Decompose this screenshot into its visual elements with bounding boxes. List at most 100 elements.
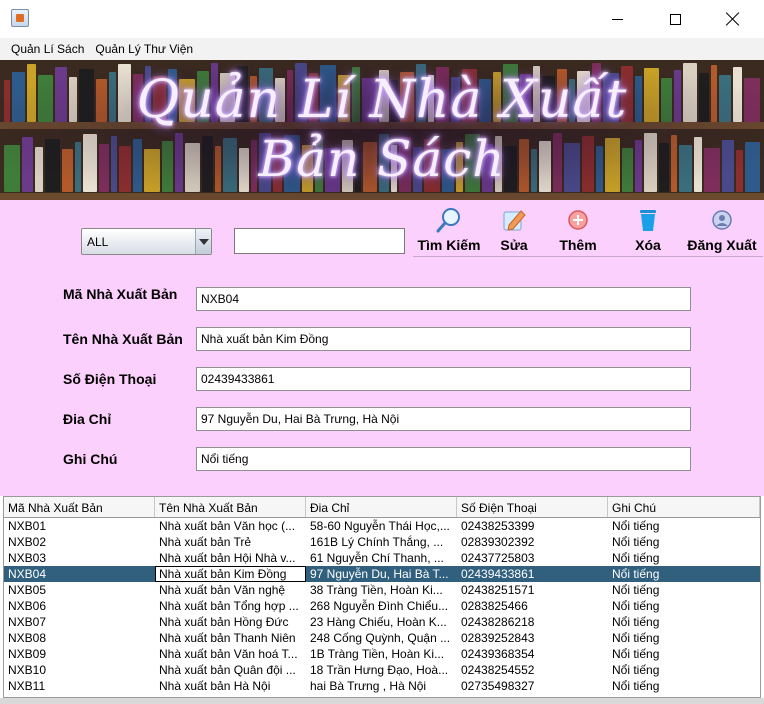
table-cell[interactable]: Nổi tiếng xyxy=(608,678,760,694)
publisher-table[interactable]: Mã Nhà Xuất Bản Tên Nhà Xuất Bản Đia Chỉ… xyxy=(3,496,761,698)
column-header[interactable]: Tên Nhà Xuất Bản xyxy=(155,497,306,517)
user-logout-icon xyxy=(712,210,732,230)
table-cell[interactable]: Nổi tiếng xyxy=(608,518,760,534)
search-button[interactable]: Tìm Kiếm xyxy=(413,204,485,256)
table-cell[interactable]: Nổi tiếng xyxy=(608,630,760,646)
table-cell[interactable]: Nổi tiếng xyxy=(608,582,760,598)
table-cell[interactable]: 58-60 Nguyễn Thái Học,... xyxy=(306,518,457,534)
table-cell[interactable]: NXB05 xyxy=(4,582,155,598)
table-row[interactable]: NXB01 Nhà xuất bản Văn học (... 58-60 Nguy… xyxy=(4,518,760,534)
table-row[interactable]: NXB10 Nhà xuất bản Quân đội ... 18 Trần Hư… xyxy=(4,662,760,678)
table-cell[interactable]: Nhà xuất bản Quân đội ... xyxy=(155,662,306,678)
table-body: NXB01 Nhà xuất bản Văn học (... 58-60 Nguy… xyxy=(4,518,760,694)
maximize-icon xyxy=(669,13,681,25)
delete-button-label: Xóa xyxy=(635,237,661,253)
table-cell[interactable]: 61 Nguyễn Chí Thanh, ... xyxy=(306,550,457,566)
table-cell[interactable]: 161B Lý Chính Thắng, ... xyxy=(306,534,457,550)
column-header[interactable]: Mã Nhà Xuất Bản xyxy=(4,497,155,517)
column-header[interactable]: Đia Chỉ xyxy=(306,497,457,517)
ma-nxb-field[interactable]: NXB04 xyxy=(196,287,691,311)
table-row[interactable]: NXB05 Nhà xuất bản Văn nghệ 38 Tràng Tiền,… xyxy=(4,582,760,598)
table-cell[interactable]: NXB03 xyxy=(4,550,155,566)
table-row[interactable]: NXB02 Nhà xuất bản Trẻ 161B Lý Chính Thắng… xyxy=(4,534,760,550)
table-cell[interactable]: 02438286218 xyxy=(457,614,608,630)
close-button[interactable] xyxy=(704,0,762,38)
table-cell[interactable]: 02439433861 xyxy=(457,566,608,582)
table-row[interactable]: NXB07 Nhà xuất bản Hồng Đức 23 Hàng Chiếu,… xyxy=(4,614,760,630)
table-cell[interactable]: 0283825466 xyxy=(457,598,608,614)
filter-combobox[interactable]: ALL xyxy=(81,228,212,255)
table-cell[interactable]: Nhà xuất bản Văn học (... xyxy=(155,518,306,534)
table-row[interactable]: NXB04 Nhà xuất bản Kim Đồng 97 Nguyễn Du, … xyxy=(4,566,760,582)
search-input[interactable] xyxy=(234,228,405,254)
table-cell[interactable]: NXB04 xyxy=(4,566,155,582)
table-cell[interactable]: Nhà xuất bản Hà Nội xyxy=(155,678,306,694)
table-cell[interactable]: NXB09 xyxy=(4,646,155,662)
ten-nxb-field[interactable]: Nhà xuất bản Kim Đồng xyxy=(196,327,691,351)
table-cell[interactable]: 02438254552 xyxy=(457,662,608,678)
table-row[interactable]: NXB08 Nhà xuất bản Thanh Niên 248 Cống Quỳ… xyxy=(4,630,760,646)
ghi-chu-label: Ghi Chú xyxy=(63,451,118,467)
table-cell[interactable]: Nhà xuất bản Tổng hợp ... xyxy=(155,598,306,614)
table-cell[interactable]: Nổi tiếng xyxy=(608,614,760,630)
table-cell[interactable]: Nhà xuất bản Trẻ xyxy=(155,534,306,550)
table-cell[interactable]: NXB11 xyxy=(4,678,155,694)
banner-title-line2: Bản Sách xyxy=(258,130,506,188)
sdt-field[interactable]: 02439433861 xyxy=(196,367,691,391)
table-cell[interactable]: Nhà xuất bản Thanh Niên xyxy=(155,630,306,646)
table-cell[interactable]: Nổi tiếng xyxy=(608,662,760,678)
table-row[interactable]: NXB03 Nhà xuất bản Hội Nhà v... 61 Nguyễn … xyxy=(4,550,760,566)
table-bottom-edge xyxy=(0,698,764,704)
table-cell[interactable]: Nhà xuất bản Hội Nhà v... xyxy=(155,550,306,566)
table-cell[interactable]: 02439368354 xyxy=(457,646,608,662)
chevron-down-icon[interactable] xyxy=(195,229,211,254)
table-cell[interactable]: 02839252843 xyxy=(457,630,608,646)
table-cell[interactable]: hai Bà Trưng , Hà Nội xyxy=(306,678,457,694)
toolbar: Tìm Kiếm Sửa Thêm Xóa Đăng Xuất xyxy=(413,204,763,257)
table-cell[interactable]: NXB06 xyxy=(4,598,155,614)
table-cell[interactable]: 268 Nguyễn Đình Chiểu... xyxy=(306,598,457,614)
table-cell[interactable]: 02438251571 xyxy=(457,582,608,598)
table-row[interactable]: NXB09 Nhà xuất bản Văn hoá T... 1B Tràng T… xyxy=(4,646,760,662)
menu-quan-li-sach[interactable]: Quản Lí Sách xyxy=(0,42,89,56)
maximize-button[interactable] xyxy=(646,0,704,38)
table-cell[interactable]: 02438253399 xyxy=(457,518,608,534)
dia-chi-field[interactable]: 97 Nguyễn Du, Hai Bà Trưng, Hà Nội xyxy=(196,407,691,431)
table-cell[interactable]: 97 Nguyễn Du, Hai Bà T... xyxy=(306,566,457,582)
table-cell[interactable]: Nhà xuất bản Hồng Đức xyxy=(155,614,306,630)
table-cell[interactable]: NXB07 xyxy=(4,614,155,630)
table-row[interactable]: NXB06 Nhà xuất bản Tổng hợp ... 268 Nguyễn… xyxy=(4,598,760,614)
edit-button[interactable]: Sửa xyxy=(491,204,537,256)
table-cell[interactable]: Nổi tiếng xyxy=(608,534,760,550)
minimize-button[interactable] xyxy=(588,0,646,38)
table-row[interactable]: NXB11 Nhà xuất bản Hà Nội hai Bà Trưng , H… xyxy=(4,678,760,694)
table-cell[interactable]: 38 Tràng Tiền, Hoàn Ki... xyxy=(306,582,457,598)
add-button[interactable]: Thêm xyxy=(550,204,606,256)
column-header[interactable]: Số Điện Thoại xyxy=(457,497,608,517)
java-app-icon xyxy=(11,9,29,27)
table-cell[interactable]: 02437725803 xyxy=(457,550,608,566)
table-cell[interactable]: NXB08 xyxy=(4,630,155,646)
table-cell[interactable]: Nổi tiếng xyxy=(608,550,760,566)
table-cell[interactable]: NXB01 xyxy=(4,518,155,534)
table-cell[interactable]: 23 Hàng Chiếu, Hoàn K... xyxy=(306,614,457,630)
table-cell[interactable]: 1B Tràng Tiền, Hoàn Ki... xyxy=(306,646,457,662)
table-cell[interactable]: Nổi tiếng xyxy=(608,566,760,582)
table-cell[interactable]: 02735498327 xyxy=(457,678,608,694)
table-cell[interactable]: NXB02 xyxy=(4,534,155,550)
table-cell[interactable]: Nhà xuất bản Văn nghệ xyxy=(155,582,306,598)
table-cell[interactable]: NXB10 xyxy=(4,662,155,678)
table-cell[interactable]: Nổi tiếng xyxy=(608,646,760,662)
edit-icon xyxy=(503,210,526,231)
table-cell[interactable]: Nhà xuất bản Kim Đồng xyxy=(155,566,306,582)
logout-button[interactable]: Đăng Xuất xyxy=(681,204,763,256)
table-cell[interactable]: Nhà xuất bản Văn hoá T... xyxy=(155,646,306,662)
menu-quan-ly-thu-vien[interactable]: Quản Lý Thư Viện xyxy=(89,42,198,56)
table-cell[interactable]: 02839302392 xyxy=(457,534,608,550)
table-cell[interactable]: 18 Trần Hưng Đạo, Hoà... xyxy=(306,662,457,678)
column-header[interactable]: Ghi Chú xyxy=(608,497,760,517)
table-cell[interactable]: Nổi tiếng xyxy=(608,598,760,614)
table-cell[interactable]: 248 Cống Quỳnh, Quận ... xyxy=(306,630,457,646)
ghi-chu-field[interactable]: Nổi tiếng xyxy=(196,447,691,471)
delete-button[interactable]: Xóa xyxy=(625,204,671,256)
